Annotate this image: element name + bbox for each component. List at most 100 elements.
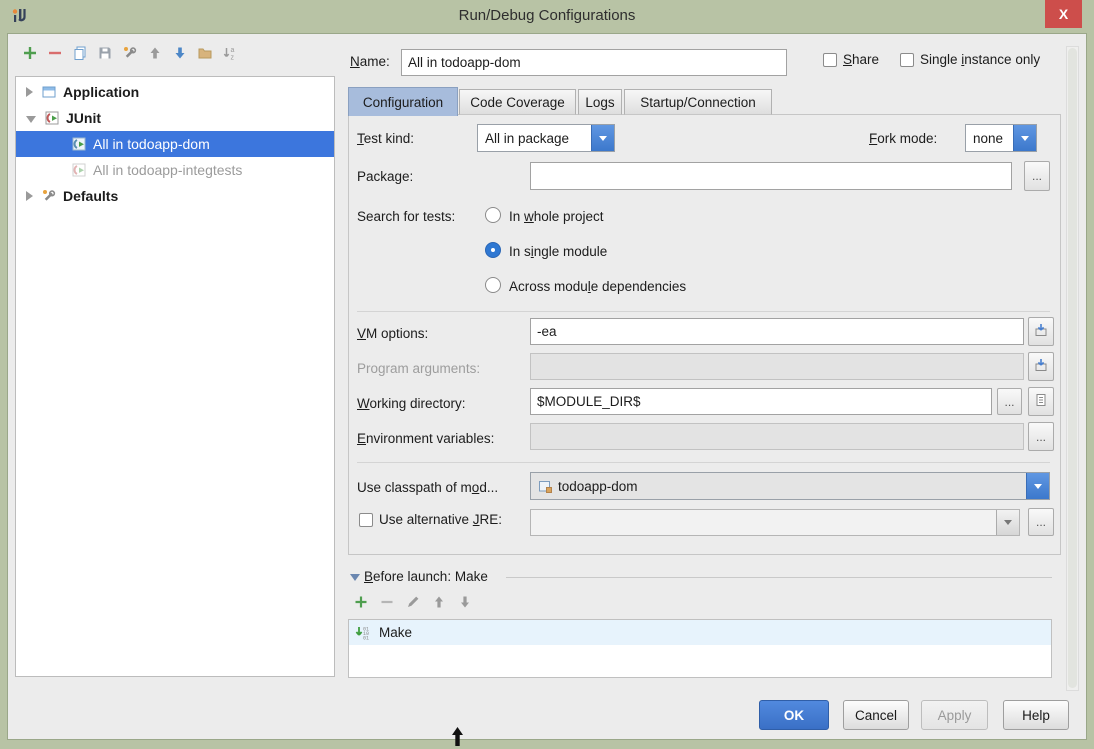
save-icon[interactable] — [97, 45, 113, 61]
working-directory-macros-button[interactable] — [1028, 387, 1054, 416]
help-button[interactable]: Help — [1003, 700, 1069, 730]
add-icon[interactable] — [22, 45, 38, 61]
single-instance-checkbox-box[interactable] — [900, 53, 914, 67]
fork-mode-value: none — [966, 125, 1013, 151]
tree-item-label: All in todoapp-integtests — [93, 162, 242, 178]
tab-code-coverage[interactable]: Code Coverage — [459, 89, 576, 115]
list-icon — [1033, 392, 1049, 411]
junit-icon — [44, 110, 60, 126]
package-browse-button[interactable]: ... — [1024, 161, 1050, 191]
program-arguments-input — [530, 353, 1024, 380]
alternative-jre-browse-button[interactable]: ... — [1028, 508, 1054, 536]
vertical-scrollbar[interactable] — [1066, 46, 1079, 691]
remove-icon[interactable] — [47, 45, 63, 61]
package-input[interactable] — [530, 162, 1012, 190]
tab-logs[interactable]: Logs — [578, 89, 622, 115]
defaults-wrench-icon — [41, 188, 57, 204]
move-up-icon[interactable] — [431, 594, 447, 610]
working-directory-input[interactable] — [530, 388, 992, 415]
cursor-pointer — [451, 727, 464, 749]
share-checkbox-box[interactable] — [823, 53, 837, 67]
tree-item-all-in-todoapp-dom[interactable]: All in todoapp-dom — [16, 131, 334, 157]
junit-configuration-icon — [71, 136, 87, 152]
environment-variables-browse-button[interactable]: ... — [1028, 422, 1054, 451]
tree-item-defaults[interactable]: Defaults — [16, 183, 334, 209]
remove-icon[interactable] — [379, 594, 395, 610]
make-icon: 011001 — [354, 625, 372, 641]
vm-options-input[interactable] — [530, 318, 1024, 345]
working-directory-browse-button[interactable]: ... — [997, 388, 1022, 415]
dropdown-arrow-button[interactable] — [1026, 473, 1049, 499]
tree-item-label: All in todoapp-dom — [93, 136, 210, 152]
junit-configuration-icon — [71, 162, 87, 178]
dropdown-arrow-button[interactable] — [1013, 125, 1036, 151]
tree-item-label: Defaults — [63, 188, 118, 204]
radio-whole-project[interactable] — [485, 207, 501, 223]
tree-item-junit[interactable]: JUnit — [16, 105, 334, 131]
classpath-module-value: todoapp-dom — [558, 479, 638, 494]
move-up-icon[interactable] — [147, 45, 163, 61]
alternative-jre-checkbox[interactable]: Use alternative JRE: — [359, 512, 502, 527]
vm-options-expand-button[interactable] — [1028, 317, 1054, 346]
chevron-right-icon[interactable] — [26, 191, 33, 201]
cancel-button[interactable]: Cancel — [843, 700, 909, 730]
dropdown-arrow-button — [996, 510, 1019, 535]
radio-across-dependencies[interactable] — [485, 277, 501, 293]
alternative-jre-checkbox-box[interactable] — [359, 513, 373, 527]
tree-item-label: JUnit — [66, 110, 101, 126]
tree-item-all-in-todoapp-integtests[interactable]: All in todoapp-integtests — [16, 157, 334, 183]
test-kind-value: All in package — [478, 125, 591, 151]
move-down-icon[interactable] — [457, 594, 473, 610]
tab-startup-connection[interactable]: Startup/Connection — [624, 89, 772, 115]
package-label: Package: — [357, 167, 413, 187]
titlebar[interactable]: Run/Debug Configurations X — [0, 0, 1094, 33]
test-kind-select[interactable]: All in package — [477, 124, 615, 152]
svg-text:01: 01 — [363, 635, 369, 641]
single-instance-checkbox[interactable]: Single instance only — [900, 52, 1040, 67]
svg-text:a: a — [231, 47, 235, 54]
application-icon — [41, 84, 57, 100]
expand-field-icon — [1033, 322, 1049, 341]
chevron-right-icon[interactable] — [26, 87, 33, 97]
move-down-icon[interactable] — [172, 45, 188, 61]
new-folder-icon[interactable] — [197, 45, 213, 61]
dropdown-arrow-button[interactable] — [591, 125, 614, 151]
fork-mode-select[interactable]: none — [965, 124, 1037, 152]
name-input[interactable] — [401, 49, 787, 76]
configurations-tree: Application JUnit All in todoapp-dom — [15, 76, 335, 677]
window-title: Run/Debug Configurations — [0, 7, 1094, 24]
svg-text:z: z — [231, 55, 235, 62]
radio-whole-project-label: In whole project — [509, 207, 604, 227]
sort-alphabetically-icon[interactable]: az — [222, 45, 238, 61]
module-icon — [538, 479, 553, 494]
edit-defaults-wrench-icon[interactable] — [122, 45, 138, 61]
single-instance-label: Single instance only — [920, 52, 1040, 67]
alternative-jre-select — [530, 509, 1020, 536]
run-debug-configurations-dialog: Run/Debug Configurations X — [0, 0, 1094, 749]
name-label: Name: — [350, 52, 390, 72]
test-kind-label: Test kind: — [357, 129, 414, 149]
radio-single-module-label: In single module — [509, 242, 607, 262]
fork-mode-label: Fork mode: — [869, 129, 937, 149]
chevron-down-icon[interactable] — [26, 116, 36, 123]
ok-button[interactable]: OK — [759, 700, 829, 730]
alternative-jre-label: Use alternative JRE: — [379, 512, 502, 527]
collapse-triangle-icon[interactable] — [350, 574, 360, 581]
classpath-module-select[interactable]: todoapp-dom — [530, 472, 1050, 500]
program-arguments-expand-button[interactable] — [1028, 352, 1054, 381]
radio-single-module[interactable] — [485, 242, 501, 258]
tree-item-application[interactable]: Application — [16, 79, 334, 105]
edit-pencil-icon[interactable] — [405, 594, 421, 610]
dialog-body: az Application JUnit — [7, 33, 1087, 740]
search-for-tests-label: Search for tests: — [357, 207, 455, 227]
tab-configuration[interactable]: Configuration — [348, 87, 458, 116]
copy-icon[interactable] — [72, 45, 88, 61]
configuration-tab-panel: Test kind: All in package Fork mode: non… — [348, 114, 1061, 555]
share-checkbox[interactable]: Share — [823, 52, 879, 67]
separator — [357, 462, 1050, 463]
add-icon[interactable] — [353, 594, 369, 610]
close-button[interactable]: X — [1045, 0, 1082, 28]
environment-variables-input — [530, 423, 1024, 450]
before-launch-item-make[interactable]: 011001 Make — [349, 620, 1051, 645]
scrollbar-thumb[interactable] — [1068, 48, 1077, 688]
